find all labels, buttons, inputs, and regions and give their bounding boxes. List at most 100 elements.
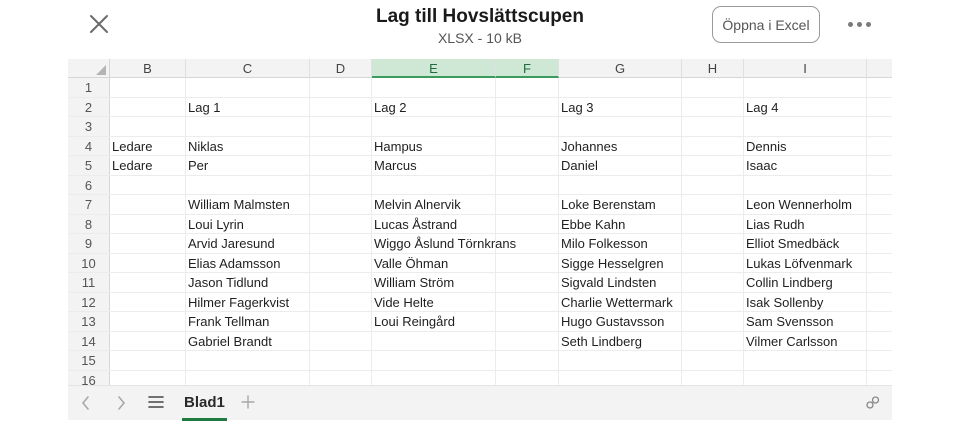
cell-f8[interactable] bbox=[496, 214, 559, 233]
cell-h2[interactable] bbox=[682, 97, 744, 116]
cell-filler[interactable] bbox=[867, 156, 892, 175]
cell-e9[interactable]: Wiggo Åslund Törnkrans bbox=[372, 234, 516, 253]
cell-f13[interactable] bbox=[496, 312, 559, 331]
row-header[interactable]: 6 bbox=[68, 175, 110, 194]
cell-filler[interactable] bbox=[867, 273, 892, 292]
column-header-c[interactable]: C bbox=[186, 59, 310, 78]
cell-i9[interactable]: Elliot Smedbäck bbox=[744, 234, 867, 253]
cell-d11[interactable] bbox=[310, 273, 372, 292]
cell-b11[interactable] bbox=[110, 273, 186, 292]
cell-b9[interactable] bbox=[110, 234, 186, 253]
cell-h13[interactable] bbox=[682, 312, 744, 331]
cell-i16[interactable] bbox=[744, 370, 867, 385]
cell-i3[interactable] bbox=[744, 117, 867, 136]
cell-h1[interactable] bbox=[682, 78, 744, 97]
cell-h11[interactable] bbox=[682, 273, 744, 292]
cell-e6[interactable] bbox=[372, 175, 496, 194]
select-all-corner[interactable] bbox=[68, 59, 110, 78]
row-header[interactable]: 11 bbox=[68, 273, 110, 292]
cell-g10[interactable]: Sigge Hesselgren bbox=[559, 253, 682, 272]
cell-c2[interactable]: Lag 1 bbox=[186, 97, 310, 116]
cell-i6[interactable] bbox=[744, 175, 867, 194]
cell-g1[interactable] bbox=[559, 78, 682, 97]
cell-f7[interactable] bbox=[496, 195, 559, 214]
cell-h4[interactable] bbox=[682, 136, 744, 155]
cell-c12[interactable]: Hilmer Fagerkvist bbox=[186, 292, 310, 311]
row-header[interactable]: 8 bbox=[68, 214, 110, 233]
cell-c4[interactable]: Niklas bbox=[186, 136, 310, 155]
cell-filler[interactable] bbox=[867, 78, 892, 97]
more-horizontal-icon[interactable] bbox=[842, 10, 876, 38]
cell-f2[interactable] bbox=[496, 97, 559, 116]
cell-g5[interactable]: Daniel bbox=[559, 156, 682, 175]
cell-f14[interactable] bbox=[496, 331, 559, 350]
cell-b2[interactable] bbox=[110, 97, 186, 116]
cell-e11[interactable]: William Ström bbox=[372, 273, 496, 292]
cell-d9[interactable] bbox=[310, 234, 372, 253]
cell-g12[interactable]: Charlie Wettermark bbox=[559, 292, 682, 311]
cell-b6[interactable] bbox=[110, 175, 186, 194]
cell-filler[interactable] bbox=[867, 371, 892, 386]
column-header-f[interactable]: F bbox=[496, 59, 559, 78]
cell-b15[interactable] bbox=[110, 351, 186, 370]
cell-filler[interactable] bbox=[867, 195, 892, 214]
cell-b10[interactable] bbox=[110, 253, 186, 272]
cell-e7[interactable]: Melvin Alnervik bbox=[372, 195, 496, 214]
cell-i2[interactable]: Lag 4 bbox=[744, 97, 867, 116]
cell-f3[interactable] bbox=[496, 117, 559, 136]
row-header[interactable]: 7 bbox=[68, 195, 110, 214]
cell-e1[interactable] bbox=[372, 78, 496, 97]
cell-d10[interactable] bbox=[310, 253, 372, 272]
cell-b14[interactable] bbox=[110, 331, 186, 350]
cell-f1[interactable] bbox=[496, 78, 559, 97]
cell-filler[interactable] bbox=[867, 215, 892, 234]
cell-filler[interactable] bbox=[867, 332, 892, 351]
cell-filler[interactable] bbox=[867, 117, 892, 136]
cell-f11[interactable] bbox=[496, 273, 559, 292]
cell-c8[interactable]: Loui Lyrin bbox=[186, 214, 310, 233]
cell-e14[interactable] bbox=[372, 331, 496, 350]
cell-filler[interactable] bbox=[867, 234, 892, 253]
cell-f12[interactable] bbox=[496, 292, 559, 311]
cell-f16[interactable] bbox=[496, 370, 559, 385]
cell-g14[interactable]: Seth Lindberg bbox=[559, 331, 682, 350]
cell-b3[interactable] bbox=[110, 117, 186, 136]
cell-e8[interactable]: Lucas Åstrand bbox=[372, 214, 496, 233]
cell-c14[interactable]: Gabriel Brandt bbox=[186, 331, 310, 350]
chevron-left-icon[interactable] bbox=[78, 394, 94, 412]
cell-b4[interactable]: Ledare bbox=[110, 136, 186, 155]
cell-d4[interactable] bbox=[310, 136, 372, 155]
cell-f4[interactable] bbox=[496, 136, 559, 155]
open-in-excel-button[interactable]: Öppna i Excel bbox=[712, 6, 820, 43]
row-header[interactable]: 9 bbox=[68, 234, 110, 253]
cell-filler[interactable] bbox=[867, 312, 892, 331]
cell-e16[interactable] bbox=[372, 370, 496, 385]
cell-c10[interactable]: Elias Adamsson bbox=[186, 253, 310, 272]
cell-c1[interactable] bbox=[186, 78, 310, 97]
cell-b5[interactable]: Ledare bbox=[110, 156, 186, 175]
row-header[interactable]: 2 bbox=[68, 97, 110, 116]
cell-g16[interactable] bbox=[559, 370, 682, 385]
cell-e4[interactable]: Hampus bbox=[372, 136, 496, 155]
cell-f6[interactable] bbox=[496, 175, 559, 194]
cell-c3[interactable] bbox=[186, 117, 310, 136]
add-sheet-icon[interactable] bbox=[240, 394, 256, 410]
cell-c7[interactable]: William Malmsten bbox=[186, 195, 310, 214]
cell-h7[interactable] bbox=[682, 195, 744, 214]
cell-h6[interactable] bbox=[682, 175, 744, 194]
cell-f10[interactable] bbox=[496, 253, 559, 272]
cell-e3[interactable] bbox=[372, 117, 496, 136]
column-header-e[interactable]: E bbox=[372, 59, 496, 78]
cell-c11[interactable]: Jason Tidlund bbox=[186, 273, 310, 292]
cell-b1[interactable] bbox=[110, 78, 186, 97]
cell-d14[interactable] bbox=[310, 331, 372, 350]
cell-d2[interactable] bbox=[310, 97, 372, 116]
cell-h10[interactable] bbox=[682, 253, 744, 272]
column-header-g[interactable]: G bbox=[559, 59, 682, 78]
cell-filler[interactable] bbox=[867, 98, 892, 117]
cell-b13[interactable] bbox=[110, 312, 186, 331]
close-icon[interactable] bbox=[84, 9, 114, 39]
spreadsheet-grid[interactable]: BCDEFGHI 1 2 Lag 1 Lag 2 Lag 3 Lag 4 3 4 Ledare N… bbox=[68, 59, 892, 385]
cell-g9[interactable]: Milo Folkesson bbox=[559, 234, 682, 253]
cell-i11[interactable]: Collin Lindberg bbox=[744, 273, 867, 292]
